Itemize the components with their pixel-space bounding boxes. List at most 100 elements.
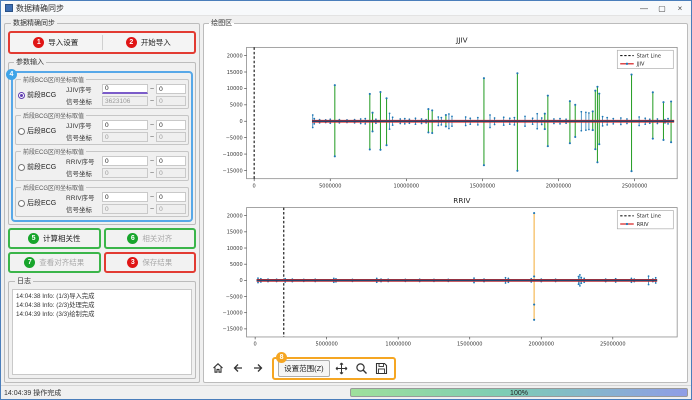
rriv-seq-start-input[interactable]: [102, 192, 148, 202]
log-group: 日志 14:04:38 Info: (1/3)导入完成 14:04:38 Inf…: [8, 276, 196, 379]
svg-text:5000: 5000: [230, 262, 243, 268]
signal-coord-start-input: [102, 168, 148, 178]
close-button[interactable]: ×: [671, 2, 689, 15]
view-align-result-button[interactable]: 7 查看对齐结果: [8, 252, 101, 273]
set-range-button[interactable]: 设置范围(Z): [278, 360, 330, 377]
save-result-button[interactable]: 3 保存结果: [104, 252, 197, 273]
rriv-seq-end-input[interactable]: [156, 192, 186, 202]
rear-ecg-group: 后段ECG区间坐标取值 后段ECG RRIV序号: [15, 183, 189, 217]
front-bcg-radio[interactable]: 前段BCG: [18, 90, 64, 100]
svg-text:RRIV: RRIV: [453, 196, 470, 205]
front-ecg-radio[interactable]: 前段ECG: [18, 162, 64, 172]
rear-bcg-radio[interactable]: 后段BCG: [18, 126, 64, 136]
svg-text:15000000: 15000000: [457, 342, 483, 348]
annotated-toolbar-group: 8 设置范围(Z): [272, 357, 396, 380]
signal-coord-end-input: [156, 96, 186, 106]
step-badge-8: 8: [276, 352, 287, 363]
calc-correlation-button[interactable]: 5 计算相关性: [8, 228, 101, 249]
svg-text:−15000: −15000: [223, 327, 243, 333]
svg-text:10000: 10000: [227, 246, 243, 252]
import-settings-label: 导入设置: [48, 37, 78, 48]
param-blue-box: 4 前段BCG区间坐标取值 前段BCG JJIV序号: [11, 71, 193, 222]
jjiv-seq-end-input[interactable]: [156, 120, 186, 130]
svg-text:20000: 20000: [227, 53, 243, 59]
svg-text:10000000: 10000000: [386, 342, 412, 348]
log-line: 14:04:38 Info: (1/3)导入完成: [16, 292, 188, 301]
app-window: 数据精确同步 — ▢ × 数据精确同步 1 导入设置 2 开始导入: [0, 0, 692, 400]
front-ecg-group: 前段ECG区间坐标取值 前段ECG RRIV序号: [15, 147, 189, 181]
signal-coord-start-input: [102, 132, 148, 142]
svg-text:20000000: 20000000: [529, 342, 555, 348]
svg-text:25000000: 25000000: [622, 183, 648, 189]
main-area: 数据精确同步 1 导入设置 2 开始导入 参数输入 4: [1, 16, 691, 385]
rriv-seq-end-input[interactable]: [156, 156, 186, 166]
rear-bcg-group: 后段BCG区间坐标取值 后段BCG JJIV序号: [15, 111, 189, 145]
param-input-label: 参数输入: [14, 57, 46, 67]
svg-text:25000000: 25000000: [600, 342, 626, 348]
svg-text:5000: 5000: [230, 103, 243, 109]
import-button-group: 1 导入设置 2 开始导入: [8, 31, 196, 54]
radio-icon: [18, 164, 25, 171]
svg-text:Start Line: Start Line: [637, 214, 661, 220]
svg-text:15000: 15000: [227, 70, 243, 76]
statusbar: 14:04:39 操作完成 100%: [1, 385, 691, 399]
plot-toolbar: 8 设置范围(Z): [206, 356, 685, 380]
step-badge-7: 7: [24, 257, 35, 268]
left-panel: 数据精确同步 1 导入设置 2 开始导入 参数输入 4: [4, 18, 200, 383]
radio-icon: [18, 128, 25, 135]
jjiv-seq-start-input[interactable]: [102, 84, 148, 94]
log-output[interactable]: 14:04:38 Info: (1/3)导入完成 14:04:38 Info: …: [12, 289, 192, 375]
plot-area-label: 绘图区: [209, 18, 234, 28]
log-line: 14:04:38 Info: (2/3)处理完成: [16, 301, 188, 310]
forward-arrow-icon[interactable]: [250, 360, 266, 376]
signal-coord-start-input: [102, 204, 148, 214]
rear-ecg-radio[interactable]: 后段ECG: [18, 198, 64, 208]
figure-canvas[interactable]: JJIV−15000−10000−50000500010000150002000…: [206, 30, 685, 356]
maximize-button[interactable]: ▢: [653, 2, 671, 15]
signal-coord-end-input: [156, 204, 186, 214]
jjiv-seq-start-input[interactable]: [102, 120, 148, 130]
svg-text:5000000: 5000000: [316, 342, 338, 348]
window-title: 数据精确同步: [16, 3, 635, 14]
left-panel-label: 数据精确同步: [11, 18, 57, 28]
svg-text:−15000: −15000: [223, 168, 243, 174]
rriv-seq-start-input[interactable]: [102, 156, 148, 166]
rriv-chart[interactable]: RRIV−15000−10000−50000500010000150002000…: [206, 196, 685, 354]
home-icon[interactable]: [210, 360, 226, 376]
correlation-align-button[interactable]: 6 相关对齐: [104, 228, 197, 249]
app-icon: [5, 4, 13, 12]
start-import-button[interactable]: 2 开始导入: [103, 33, 195, 52]
back-arrow-icon[interactable]: [230, 360, 246, 376]
log-label: 日志: [15, 276, 33, 286]
signal-coord-start-input: [102, 96, 148, 106]
svg-text:10000000: 10000000: [394, 183, 420, 189]
step-badge-5: 5: [28, 233, 39, 244]
svg-text:0: 0: [240, 119, 243, 125]
zoom-icon[interactable]: [354, 360, 370, 376]
status-message: 14:04:39 操作完成: [4, 388, 344, 398]
save-figure-icon[interactable]: [374, 360, 390, 376]
start-import-label: 开始导入: [141, 37, 171, 48]
step-badge-1: 1: [33, 37, 44, 48]
minimize-button[interactable]: —: [635, 2, 653, 15]
action-buttons: 5 计算相关性 6 相关对齐 7 查看对齐结果 3 保存结果: [8, 228, 196, 273]
step-badge-2: 2: [126, 37, 137, 48]
svg-text:0: 0: [240, 278, 243, 284]
svg-text:−10000: −10000: [223, 311, 243, 317]
step-badge-3: 3: [127, 257, 138, 268]
jjiv-seq-end-input[interactable]: [156, 84, 186, 94]
progress-value: 100%: [351, 389, 687, 398]
svg-text:−10000: −10000: [223, 152, 243, 158]
svg-text:15000000: 15000000: [470, 183, 496, 189]
front-bcg-group: 前段BCG区间坐标取值 前段BCG JJIV序号: [15, 75, 189, 109]
svg-text:10000: 10000: [227, 86, 243, 92]
import-settings-button[interactable]: 1 导入设置: [10, 33, 102, 52]
log-line: 14:04:39 Info: (3/3)绘制完成: [16, 310, 188, 319]
pan-icon[interactable]: [334, 360, 350, 376]
radio-icon: [18, 92, 25, 99]
svg-text:5000000: 5000000: [319, 183, 341, 189]
progress-bar: 100%: [350, 388, 688, 397]
param-input-group: 参数输入 4 前段BCG区间坐标取值 前段BCG: [8, 57, 196, 225]
svg-text:JJIV: JJIV: [455, 36, 467, 45]
jjiv-chart[interactable]: JJIV−15000−10000−50000500010000150002000…: [206, 30, 685, 196]
